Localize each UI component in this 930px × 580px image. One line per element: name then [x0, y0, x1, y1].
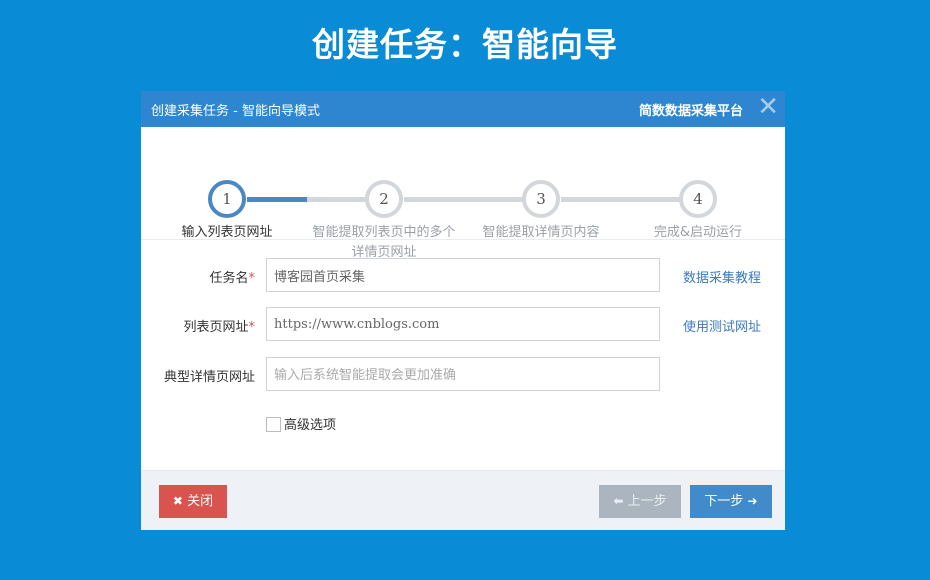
prev-button[interactable]: ⬅ 上一步 [599, 485, 681, 518]
advanced-label: 高级选项 [284, 418, 337, 433]
arrow-right-icon: ➜ [747, 494, 758, 508]
arrow-left-icon: ⬅ [613, 494, 624, 508]
step-3-circle: 3 [522, 180, 560, 218]
step-1-circle: 1 [208, 180, 246, 218]
list-url-input[interactable] [266, 307, 660, 341]
task-name-label: 任务名* [209, 271, 255, 286]
wizard-stepper: 1 2 3 4 输入列表页网址 智能提取列表页中的多个 详情页网址 智能提取详情… [141, 127, 785, 260]
wizard-dialog: 创建采集任务 - 智能向导模式 简数数据采集平台 ✕ 1 2 3 4 输入列表页… [141, 91, 785, 530]
task-name-input[interactable] [266, 258, 660, 292]
close-button[interactable]: ✖ 关闭 [159, 485, 227, 518]
advanced-checkbox[interactable] [266, 417, 281, 432]
step-connector-1 [247, 197, 307, 202]
task-form: 任务名* 数据采集教程 列表页网址* 使用测试网址 典型详情页网址 高级选项 [141, 240, 785, 470]
next-button-label: 下一步 [704, 494, 744, 509]
step-4-circle: 4 [679, 180, 717, 218]
test-url-link[interactable]: 使用测试网址 [683, 316, 761, 335]
dialog-title: 创建采集任务 - 智能向导模式 [151, 104, 320, 119]
tutorial-link[interactable]: 数据采集教程 [683, 267, 761, 286]
prev-button-label: 上一步 [627, 494, 667, 509]
close-button-label: 关闭 [187, 494, 214, 509]
detail-url-input[interactable] [266, 357, 660, 391]
step-2-circle: 2 [365, 180, 403, 218]
next-button[interactable]: 下一步 ➜ [690, 485, 772, 518]
dialog-header: 创建采集任务 - 智能向导模式 简数数据采集平台 ✕ [141, 91, 785, 127]
advanced-options[interactable]: 高级选项 [266, 414, 336, 433]
platform-brand: 简数数据采集平台 [638, 104, 743, 119]
close-x-icon: ✖ [172, 494, 183, 508]
dialog-footer: ✖ 关闭 ⬅ 上一步 下一步 ➜ [141, 470, 785, 530]
detail-url-label: 典型详情页网址 [163, 370, 255, 385]
close-icon[interactable]: ✕ [757, 92, 779, 122]
page-title: 创建任务：智能向导 [312, 25, 618, 64]
list-url-label: 列表页网址* [183, 320, 255, 335]
